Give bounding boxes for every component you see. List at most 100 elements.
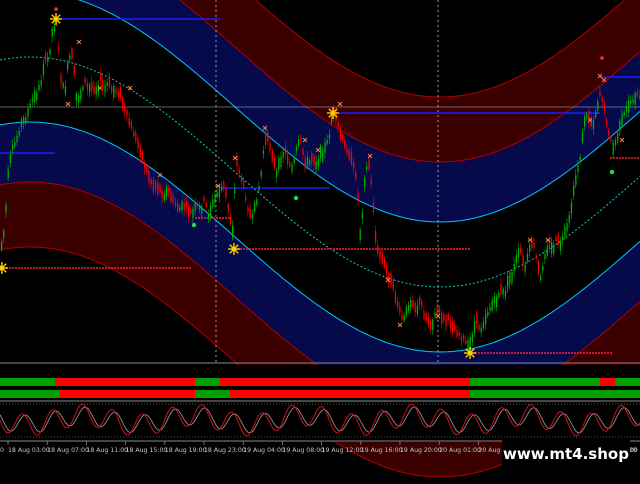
candle-body xyxy=(377,245,379,254)
dot-icon xyxy=(191,222,197,228)
candle-body xyxy=(546,245,548,256)
candle-body xyxy=(185,202,188,207)
time-tick-label: 0 xyxy=(0,447,4,454)
strength-bar-segment xyxy=(60,390,195,398)
candle-body xyxy=(454,325,456,331)
star-core xyxy=(231,246,237,252)
candle-body xyxy=(249,209,251,218)
candle-body xyxy=(269,143,271,151)
candle-body xyxy=(177,203,179,212)
candle-body xyxy=(89,84,91,93)
candle-body xyxy=(465,340,467,344)
candle-body xyxy=(489,306,491,311)
candle-body xyxy=(192,208,194,218)
candle-body xyxy=(471,333,474,342)
candle-body xyxy=(421,301,423,307)
candle-body xyxy=(436,305,438,316)
candle-body xyxy=(370,179,372,184)
candle-body xyxy=(628,100,630,113)
candle-body xyxy=(408,305,410,311)
candle-body xyxy=(533,242,535,248)
candle-body xyxy=(529,244,531,252)
candle-body xyxy=(170,191,172,202)
candle-body xyxy=(284,146,287,155)
candle-body xyxy=(513,263,515,272)
candle-body xyxy=(425,313,427,321)
candle-body xyxy=(148,171,150,183)
candle-body xyxy=(379,249,381,260)
candle-body xyxy=(458,332,460,336)
candle-body xyxy=(518,247,520,258)
candle-body xyxy=(359,229,361,240)
price-chart[interactable]: 0 18 Aug 03:0018 Aug 07:0018 Aug 11:0018 … xyxy=(0,0,640,480)
candle-body xyxy=(500,283,502,295)
time-tick-label: 19 Aug 12:00 xyxy=(322,447,364,454)
candle-body xyxy=(234,187,236,194)
candle-body xyxy=(570,202,573,215)
candle-body xyxy=(73,66,75,75)
candle-body xyxy=(317,159,320,167)
strength-bar-segment xyxy=(0,378,55,386)
star-core xyxy=(53,16,59,22)
time-tick-label: 19 Aug 20:00 xyxy=(400,447,442,454)
candle-body xyxy=(236,155,238,167)
candle-body xyxy=(401,314,403,320)
candle-body xyxy=(456,329,458,337)
candle-body xyxy=(60,74,62,84)
candle-body xyxy=(474,321,476,334)
candle-body xyxy=(452,322,454,333)
candle-body xyxy=(482,322,485,329)
candle-body xyxy=(84,77,86,83)
candle-body xyxy=(293,157,295,164)
candle-body xyxy=(625,106,628,112)
candle-body xyxy=(251,214,254,219)
time-tick-label: 18 Aug 07:00 xyxy=(47,447,89,454)
candle-body xyxy=(14,142,16,147)
candle-body xyxy=(67,62,69,70)
candle-body xyxy=(146,166,148,173)
candle-body xyxy=(34,90,36,103)
star-core xyxy=(0,265,5,271)
candle-body xyxy=(119,87,122,99)
candle-body xyxy=(291,164,293,172)
candle-body xyxy=(357,193,359,202)
candle-body xyxy=(212,199,214,207)
candle-body xyxy=(58,46,60,50)
candle-body xyxy=(449,320,452,328)
candle-body xyxy=(476,312,478,324)
candle-body xyxy=(432,319,434,331)
candle-body xyxy=(298,139,300,146)
candle-body xyxy=(86,82,89,90)
candle-body xyxy=(573,185,575,196)
candle-body xyxy=(386,265,388,274)
candle-body xyxy=(507,275,509,288)
candle-body xyxy=(5,204,7,213)
candle-body xyxy=(392,279,394,290)
candle-body xyxy=(390,273,392,285)
candle-body xyxy=(478,324,480,331)
candle-body xyxy=(579,156,581,161)
candle-body xyxy=(9,154,12,164)
candle-body xyxy=(29,103,31,108)
candle-body xyxy=(551,241,553,254)
candle-body xyxy=(555,237,557,242)
candle-body xyxy=(139,146,141,158)
strength-bar-segment xyxy=(195,390,230,398)
candle-body xyxy=(427,317,430,325)
candle-body xyxy=(410,299,412,308)
candle-body xyxy=(515,254,518,264)
candle-body xyxy=(53,24,56,32)
candle-body xyxy=(537,261,540,274)
candle-body xyxy=(276,170,278,177)
candle-body xyxy=(150,179,152,185)
strength-bar-segment xyxy=(470,378,600,386)
candle-body xyxy=(166,186,168,198)
candle-body xyxy=(273,158,276,168)
strength-bar-segment xyxy=(600,378,615,386)
candle-body xyxy=(405,306,408,316)
candle-body xyxy=(300,137,302,141)
trading-chart-window[interactable]: 0 18 Aug 03:00 18 Aug 07:00 18 Aug 11:00 18 … xyxy=(0,0,640,480)
candle-body xyxy=(106,82,108,86)
candle-body xyxy=(113,85,115,98)
candle-body xyxy=(630,100,632,104)
